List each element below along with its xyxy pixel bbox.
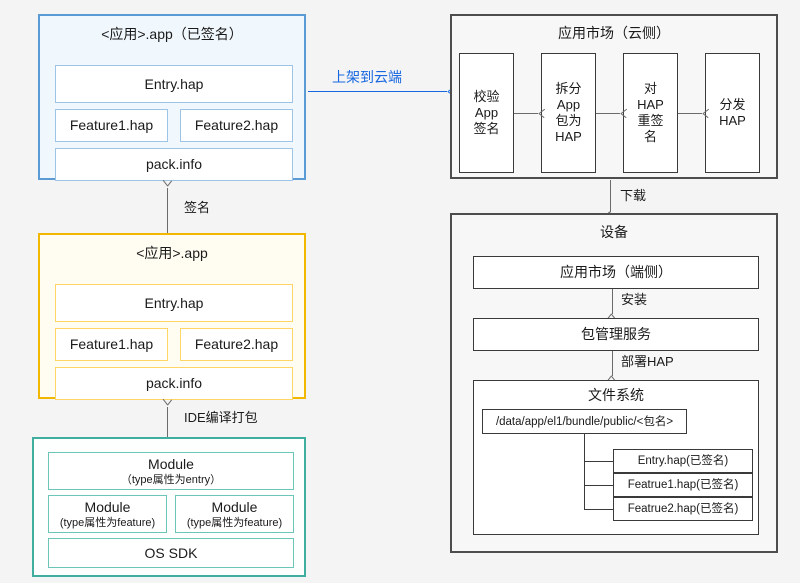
signed-feature1-hap: Feature1.hap xyxy=(55,109,168,142)
module-entry-label: Module xyxy=(148,455,194,472)
device-app-market-client: 应用市场（端侧） xyxy=(473,256,759,289)
download-arrow-label: 下载 xyxy=(620,188,647,203)
os-sdk: OS SDK xyxy=(48,538,294,568)
install-arrow-line xyxy=(612,289,613,314)
unsigned-pack-info: pack.info xyxy=(55,367,293,400)
project-package: Module （type属性为entry） Module (type属性为fea… xyxy=(32,437,306,577)
unsigned-feature2-hap: Feature2.hap xyxy=(180,328,293,361)
sign-arrow-line xyxy=(167,188,168,233)
device-bundle-manager: 包管理服务 xyxy=(473,318,759,351)
cloud-step-verify-signature-label: 校验 App 签名 xyxy=(473,89,500,136)
deploy-hap-arrow-label: 部署HAP xyxy=(621,354,674,369)
diagram-canvas: <应用>.app（已签名） Entry.hap Feature1.hap Fea… xyxy=(0,0,800,583)
file-tree-trunk xyxy=(584,434,585,509)
module-feature-2-sub: (type属性为feature) xyxy=(186,516,283,529)
file-system-title: 文件系统 xyxy=(588,387,644,403)
module-feature-1: Module (type属性为feature) xyxy=(48,495,167,533)
cloud-step-verify-signature: 校验 App 签名 xyxy=(459,53,514,173)
module-entry: Module （type属性为entry） xyxy=(48,452,294,490)
cloud-step-arrow-1 xyxy=(514,113,538,114)
cloud-step-split-app: 拆分 App 包为 HAP xyxy=(541,53,596,173)
cloud-step-resign-hap-label: 对 HAP 重签 名 xyxy=(637,81,664,144)
upload-arrow-line xyxy=(308,91,447,92)
module-feature-2-label: Module xyxy=(211,498,258,515)
file-tree-branch-1 xyxy=(584,461,613,462)
app-market-cloud-group: 应用市场（云侧） 校验 App 签名 拆分 App 包为 HAP 对 HAP 重… xyxy=(450,14,778,179)
file-feature1-hap-label: Featrue1.hap(已签名) xyxy=(627,479,739,491)
file-feature2-hap-label: Featrue2.hap(已签名) xyxy=(627,503,739,515)
file-entry-hap-label: Entry.hap(已签名) xyxy=(637,455,729,467)
file-tree-branch-2 xyxy=(584,485,613,486)
ide-build-arrow-line xyxy=(167,407,168,437)
module-feature-1-label: Module xyxy=(84,498,131,515)
file-feature2-hap: Featrue2.hap(已签名) xyxy=(613,497,753,521)
file-tree-branch-3 xyxy=(584,509,613,510)
signed-feature1-hap-label: Feature1.hap xyxy=(69,117,154,133)
unsigned-entry-hap-label: Entry.hap xyxy=(144,294,204,311)
cloud-step-resign-hap: 对 HAP 重签 名 xyxy=(623,53,678,173)
ide-build-arrow-label: IDE编译打包 xyxy=(184,410,258,425)
device-group: 设备 应用市场（端侧） 安装 包管理服务 部署HAP 文件系统 /data/ap… xyxy=(450,213,778,553)
signed-pack-info: pack.info xyxy=(55,148,293,181)
os-sdk-label: OS SDK xyxy=(144,544,198,561)
install-arrow-label: 安装 xyxy=(621,292,648,307)
signed-feature2-hap: Feature2.hap xyxy=(180,109,293,142)
cloud-step-distribute-hap: 分发 HAP xyxy=(705,53,760,173)
unsigned-entry-hap: Entry.hap xyxy=(55,284,293,322)
cloud-step-arrow-2 xyxy=(596,113,620,114)
signed-entry-hap-label: Entry.hap xyxy=(144,75,204,92)
file-feature1-hap: Featrue1.hap(已签名) xyxy=(613,473,753,497)
signed-feature2-hap-label: Feature2.hap xyxy=(194,117,279,133)
download-arrow-line xyxy=(610,180,611,212)
signed-app-package-title: <应用>.app（已签名） xyxy=(101,26,243,42)
device-title: 设备 xyxy=(600,224,628,240)
unsigned-feature2-hap-label: Feature2.hap xyxy=(194,336,279,352)
device-app-market-client-label: 应用市场（端侧） xyxy=(560,264,672,280)
cloud-step-split-app-label: 拆分 App 包为 HAP xyxy=(555,81,582,144)
device-bundle-manager-label: 包管理服务 xyxy=(581,326,651,342)
unsigned-app-package-title: <应用>.app xyxy=(136,245,208,261)
module-feature-2: Module (type属性为feature) xyxy=(175,495,294,533)
unsigned-feature1-hap-label: Feature1.hap xyxy=(69,336,154,352)
unsigned-app-package: <应用>.app Entry.hap Feature1.hap Feature2… xyxy=(38,233,306,400)
file-system-group: 文件系统 /data/app/el1/bundle/public/<包名> En… xyxy=(473,380,759,535)
module-feature-1-sub: (type属性为feature) xyxy=(59,516,156,529)
app-market-cloud-title: 应用市场（云侧） xyxy=(558,25,670,41)
file-system-root-path: /data/app/el1/bundle/public/<包名> xyxy=(482,409,687,434)
sign-arrow-label: 签名 xyxy=(184,200,211,215)
unsigned-feature1-hap: Feature1.hap xyxy=(55,328,168,361)
unsigned-pack-info-label: pack.info xyxy=(145,375,203,391)
signed-entry-hap: Entry.hap xyxy=(55,65,293,103)
signed-pack-info-label: pack.info xyxy=(145,156,203,172)
deploy-hap-arrow-line xyxy=(612,351,613,376)
file-system-root-path-label: /data/app/el1/bundle/public/<包名> xyxy=(495,415,674,428)
signed-app-package: <应用>.app（已签名） Entry.hap Feature1.hap Fea… xyxy=(38,14,306,181)
cloud-step-distribute-hap-label: 分发 HAP xyxy=(719,97,746,128)
module-entry-sub: （type属性为entry） xyxy=(120,473,222,486)
cloud-step-arrow-3 xyxy=(678,113,702,114)
file-entry-hap: Entry.hap(已签名) xyxy=(613,449,753,473)
upload-arrow-label: 上架到云端 xyxy=(332,69,402,85)
